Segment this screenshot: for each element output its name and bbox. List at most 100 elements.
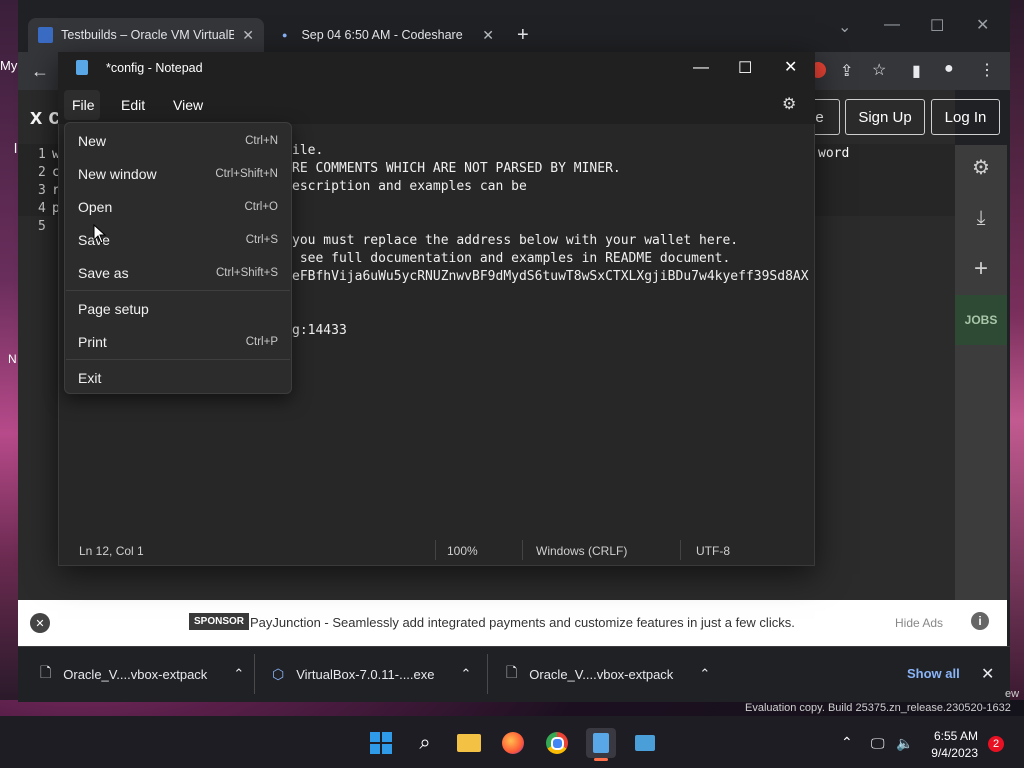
minimize-icon[interactable]: — xyxy=(884,16,900,34)
maximize-icon[interactable]: ☐ xyxy=(738,58,752,78)
download-filename: Oracle_V....vbox-extpack xyxy=(63,666,208,682)
new-tab-button[interactable]: + xyxy=(517,24,529,47)
menu-view[interactable]: View xyxy=(173,94,203,116)
tab-codeshare[interactable]: ● Sep 04 6:50 AM - Codeshare ✕ xyxy=(272,18,504,52)
cursor-position: Ln 12, Col 1 xyxy=(79,544,144,558)
site-logo: x c xyxy=(30,104,61,129)
evaluation-watermark: Evaluation copy. Build 25375.zn_release.… xyxy=(745,702,1011,714)
profile-icon[interactable]: ● xyxy=(944,60,954,78)
left-fragment-l: l xyxy=(14,140,18,156)
sponsor-badge: SPONSOR xyxy=(189,613,250,630)
download-filename: VirtualBox-7.0.11-....exe xyxy=(296,666,435,682)
chevron-up-icon[interactable]: ⌃ xyxy=(699,666,710,682)
menu-separator xyxy=(66,359,290,360)
log-in-button[interactable]: Log In xyxy=(931,99,1000,135)
dot-icon: ● xyxy=(282,30,288,40)
back-icon[interactable]: ← xyxy=(31,61,49,82)
left-fragment: My xyxy=(0,58,18,73)
sidepanel-icon[interactable]: ▮ xyxy=(912,61,921,81)
search-icon[interactable]: ⌕ xyxy=(410,728,440,758)
jobs-button[interactable]: JOBS xyxy=(955,295,1007,345)
menu-item-open[interactable]: Open Ctrl+O xyxy=(78,195,278,219)
left-fragment-n: N xyxy=(8,352,17,366)
divider xyxy=(487,654,488,694)
chevron-up-icon[interactable]: ⌃ xyxy=(841,734,853,751)
menu-kebab-icon[interactable]: ⋮ xyxy=(979,60,995,80)
menu-edit[interactable]: Edit xyxy=(121,94,145,116)
close-window-icon[interactable]: ✕ xyxy=(784,57,797,77)
file-explorer-icon[interactable] xyxy=(454,728,484,758)
settings-gear-icon[interactable]: ⚙ xyxy=(955,142,1007,192)
firefox-icon[interactable] xyxy=(498,728,528,758)
virtualbox-favicon-icon xyxy=(38,27,54,43)
show-all-button[interactable]: Show all xyxy=(907,666,960,681)
menu-item-new-window[interactable]: New window Ctrl+Shift+N xyxy=(78,162,278,186)
maximize-icon[interactable]: ☐ xyxy=(930,16,944,36)
mouse-cursor-icon xyxy=(93,224,107,244)
clock[interactable]: 6:55 AM 9/4/2023 xyxy=(930,729,978,760)
wallpaper-right xyxy=(1010,0,1024,700)
share-icon[interactable]: ⇪ xyxy=(840,61,853,81)
divider xyxy=(254,654,255,694)
encoding: UTF-8 xyxy=(696,544,730,558)
download-filename: Oracle_V....vbox-extpack xyxy=(529,666,674,682)
divider xyxy=(435,540,436,560)
ad-text[interactable]: PayJunction - Seamlessly add integrated … xyxy=(250,615,795,630)
close-window-icon[interactable]: ✕ xyxy=(976,15,989,35)
code-line-numbers: 1 2 3 4 5 xyxy=(38,147,46,234)
edge-fragment: ew xyxy=(1005,688,1020,700)
chevron-up-icon[interactable]: ⌃ xyxy=(233,666,244,682)
volume-icon[interactable]: 🔈 xyxy=(896,735,913,752)
code-fragment-right: word xyxy=(818,146,850,161)
settings-gear-icon[interactable]: ⚙ xyxy=(782,94,796,114)
info-icon[interactable]: i xyxy=(971,612,989,630)
menu-separator xyxy=(66,290,290,291)
wallpaper-left xyxy=(0,0,18,700)
file-icon: 🗋 xyxy=(40,664,52,680)
close-ad-icon[interactable]: ✕ xyxy=(30,613,50,633)
notepad-taskbar-icon[interactable] xyxy=(586,728,616,758)
clock-time: 6:55 AM xyxy=(933,729,978,743)
sign-up-button[interactable]: Sign Up xyxy=(845,99,925,135)
download-item[interactable]: ⬡ VirtualBox-7.0.11-....exe ⌃ xyxy=(272,656,471,692)
bookmark-star-icon[interactable]: ☆ xyxy=(872,60,886,80)
active-indicator xyxy=(594,758,608,761)
divider xyxy=(522,540,523,560)
line-ending: Windows (CRLF) xyxy=(536,544,628,558)
chevron-down-icon[interactable]: ⌄ xyxy=(838,17,851,37)
network-icon[interactable]: 🖵 xyxy=(871,735,885,752)
notepad-title: *config - Notepad xyxy=(106,61,203,75)
menu-item-print[interactable]: Print Ctrl+P xyxy=(78,330,278,354)
notepad-app-icon xyxy=(76,60,88,75)
chevron-up-icon[interactable]: ⌃ xyxy=(461,666,472,682)
menu-item-save[interactable]: Save Ctrl+S xyxy=(78,228,278,252)
menu-file[interactable]: File xyxy=(72,94,95,116)
add-icon[interactable]: + xyxy=(955,244,1007,294)
notification-badge[interactable]: 2 xyxy=(988,736,1004,752)
file-icon: 🗋 xyxy=(506,664,518,680)
menu-item-exit[interactable]: Exit xyxy=(78,366,278,390)
minimize-icon[interactable]: — xyxy=(693,59,709,77)
download-item[interactable]: 🗋 Oracle_V....vbox-extpack ⌃ xyxy=(40,656,244,692)
zoom-level: 100% xyxy=(447,544,478,558)
clock-date: 9/4/2023 xyxy=(931,746,978,760)
close-tab-icon[interactable]: ✕ xyxy=(482,27,494,44)
start-windows-icon[interactable] xyxy=(366,728,396,758)
close-tab-icon[interactable]: ✕ xyxy=(242,27,254,44)
download-item[interactable]: 🗋 Oracle_V....vbox-extpack ⌃ xyxy=(506,656,710,692)
notepad-menubar xyxy=(58,86,815,124)
tab-label: Testbuilds – Oracle VM VirtualBo xyxy=(61,28,235,42)
notepad-text[interactable]: ile. RE COMMENTS WHICH ARE NOT PARSED BY… xyxy=(292,142,809,340)
tab-label: Sep 04 6:50 AM - Codeshare xyxy=(301,28,463,42)
divider xyxy=(680,540,681,560)
close-downloads-icon[interactable]: ✕ xyxy=(981,664,994,684)
menu-item-new[interactable]: New Ctrl+N xyxy=(78,129,278,153)
menu-item-page-setup[interactable]: Page setup xyxy=(78,297,278,321)
download-icon[interactable]: ⤓ xyxy=(955,193,1007,243)
package-icon: ⬡ xyxy=(272,665,285,682)
hide-ads-link[interactable]: Hide Ads xyxy=(895,616,943,630)
menu-item-save-as[interactable]: Save as Ctrl+Shift+S xyxy=(78,261,278,285)
virtualbox-taskbar-icon[interactable] xyxy=(630,728,660,758)
tab-virtualbox[interactable]: Testbuilds – Oracle VM VirtualBo ✕ xyxy=(28,18,264,52)
chrome-icon[interactable] xyxy=(542,728,572,758)
